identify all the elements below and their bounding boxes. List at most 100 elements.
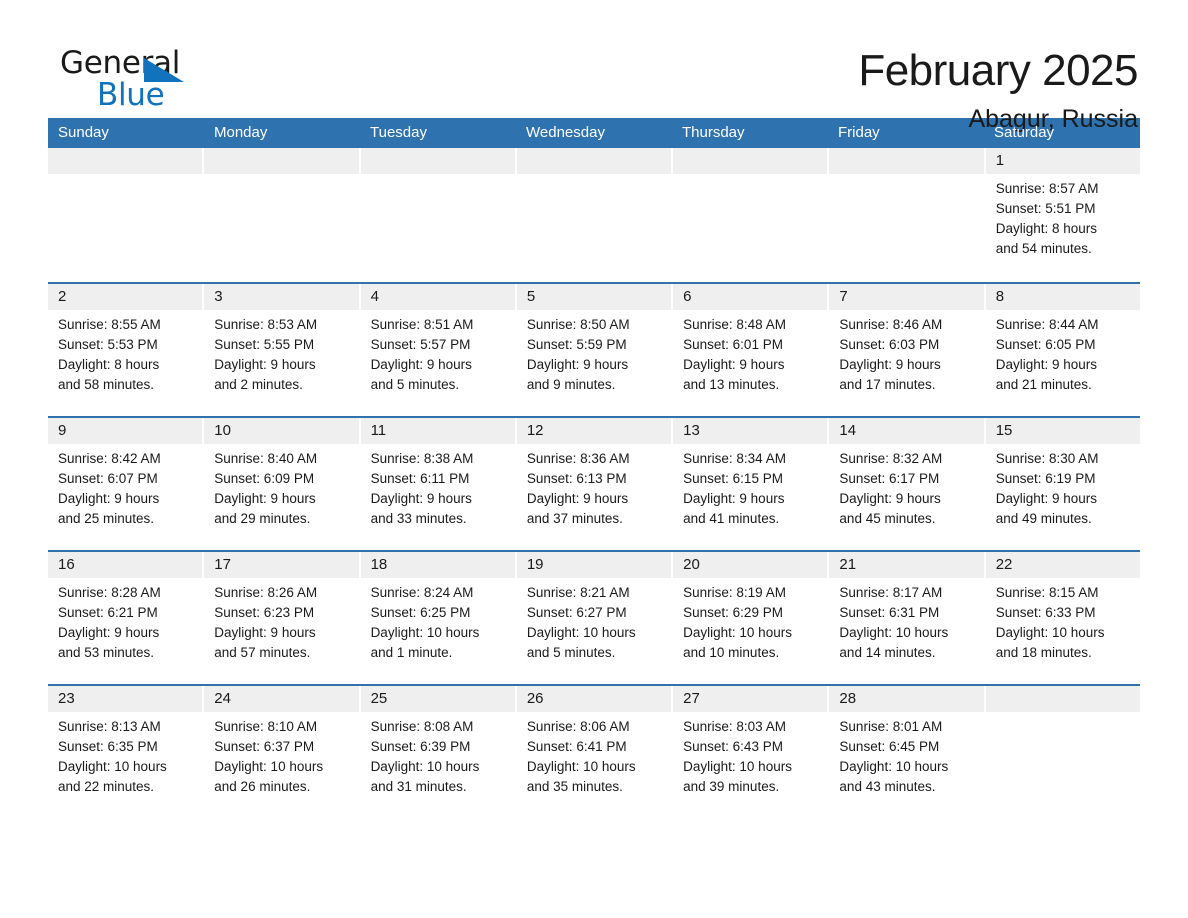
weekday-wednesday: Wednesday [526, 124, 605, 141]
sunrise-text: Sunrise: 8:53 AM [214, 317, 318, 332]
day-cell[interactable]: 5 Sunrise: 8:50 AM Sunset: 5:59 PM Dayli… [516, 284, 672, 416]
day-number: 5 [516, 284, 672, 310]
sunrise-text: Sunrise: 8:48 AM [683, 317, 786, 332]
weekday-thursday: Thursday [682, 124, 745, 141]
daylight-text-line2: and 35 minutes. [526, 779, 623, 794]
daylight-text-line1: Daylight: 10 hours [683, 625, 792, 640]
day-cell [360, 148, 515, 282]
daylight-text-line1: Daylight: 8 hours [995, 221, 1098, 236]
day-info [986, 712, 1140, 717]
daylight-text-line2: and 57 minutes. [214, 645, 311, 660]
day-number: 16 [48, 552, 203, 578]
day-cell[interactable]: 7 Sunrise: 8:46 AM Sunset: 6:03 PM Dayli… [829, 284, 984, 416]
day-info: Sunrise: 8:01 AM Sunset: 6:45 PM Dayligh… [829, 712, 983, 797]
day-number: 28 [829, 686, 984, 712]
day-cell[interactable]: 23 Sunrise: 8:13 AM Sunset: 6:35 PM Dayl… [48, 686, 203, 804]
triangle-icon [144, 58, 184, 82]
day-cell[interactable]: 10 Sunrise: 8:40 AM Sunset: 6:09 PM Dayl… [204, 418, 359, 550]
sunrise-text: Sunrise: 8:57 AM [995, 181, 1099, 196]
day-number: 18 [360, 552, 515, 578]
day-cell [204, 148, 359, 282]
sunrise-text: Sunrise: 8:38 AM [370, 451, 474, 466]
sunrise-text: Sunrise: 8:44 AM [995, 317, 1099, 332]
day-number: 25 [360, 686, 515, 712]
week-row: 16 Sunrise: 8:28 AM Sunset: 6:21 PM Dayl… [48, 550, 1140, 684]
sunset-text: Sunset: 6:09 PM [214, 471, 315, 486]
day-number [985, 686, 1140, 712]
day-info: Sunrise: 8:08 AM Sunset: 6:39 PM Dayligh… [361, 712, 515, 797]
sunset-text: Sunset: 6:37 PM [214, 739, 315, 754]
daylight-text-line1: Daylight: 10 hours [214, 759, 324, 774]
day-cell[interactable]: 19 Sunrise: 8:21 AM Sunset: 6:27 PM Dayl… [516, 552, 672, 684]
day-number: 22 [985, 552, 1140, 578]
day-cell[interactable]: 3 Sunrise: 8:53 AM Sunset: 5:55 PM Dayli… [204, 284, 359, 416]
day-cell[interactable]: 14 Sunrise: 8:32 AM Sunset: 6:17 PM Dayl… [829, 418, 984, 550]
daylight-text-line2: and 26 minutes. [214, 779, 311, 794]
daylight-text-line1: Daylight: 8 hours [58, 357, 160, 372]
day-number: 17 [204, 552, 359, 578]
daylight-text-line1: Daylight: 10 hours [839, 759, 949, 774]
day-info: Sunrise: 8:32 AM Sunset: 6:17 PM Dayligh… [829, 444, 983, 529]
day-cell[interactable]: 1 Sunrise: 8:57 AM Sunset: 5:51 PM Dayli… [985, 148, 1140, 282]
sunrise-text: Sunrise: 8:28 AM [58, 585, 161, 600]
day-cell[interactable]: 22 Sunrise: 8:15 AM Sunset: 6:33 PM Dayl… [985, 552, 1140, 684]
page-title: February 2025 [858, 46, 1138, 95]
day-cell[interactable]: 11 Sunrise: 8:38 AM Sunset: 6:11 PM Dayl… [360, 418, 515, 550]
sunrise-text: Sunrise: 8:21 AM [526, 585, 630, 600]
day-cell[interactable]: 8 Sunrise: 8:44 AM Sunset: 6:05 PM Dayli… [985, 284, 1140, 416]
daylight-text-line2: and 17 minutes. [839, 377, 936, 392]
sunrise-text: Sunrise: 8:13 AM [58, 719, 161, 734]
daylight-text-line1: Daylight: 10 hours [58, 759, 167, 774]
daylight-text-line2: and 5 minutes. [370, 377, 460, 392]
day-cell[interactable]: 15 Sunrise: 8:30 AM Sunset: 6:19 PM Dayl… [985, 418, 1140, 550]
day-cell[interactable]: 24 Sunrise: 8:10 AM Sunset: 6:37 PM Dayl… [204, 686, 359, 804]
sunrise-text: Sunrise: 8:03 AM [683, 719, 786, 734]
day-cell[interactable]: 9 Sunrise: 8:42 AM Sunset: 6:07 PM Dayli… [48, 418, 203, 550]
day-number: 13 [673, 418, 828, 444]
sunset-text: Sunset: 6:11 PM [370, 471, 470, 486]
day-number: 15 [985, 418, 1140, 444]
sunset-text: Sunset: 6:05 PM [995, 337, 1096, 352]
day-number: 3 [204, 284, 359, 310]
day-cell[interactable]: 4 Sunrise: 8:51 AM Sunset: 5:57 PM Dayli… [360, 284, 515, 416]
day-cell[interactable]: 16 Sunrise: 8:28 AM Sunset: 6:21 PM Dayl… [48, 552, 203, 684]
day-cell[interactable]: 17 Sunrise: 8:26 AM Sunset: 6:23 PM Dayl… [204, 552, 359, 684]
daylight-text-line2: and 1 minute. [370, 645, 453, 660]
daylight-text-line1: Daylight: 9 hours [839, 491, 941, 506]
sunset-text: Sunset: 6:01 PM [683, 337, 783, 352]
day-cell[interactable]: 20 Sunrise: 8:19 AM Sunset: 6:29 PM Dayl… [673, 552, 828, 684]
day-cell[interactable]: 6 Sunrise: 8:48 AM Sunset: 6:01 PM Dayli… [673, 284, 828, 416]
day-cell[interactable]: 25 Sunrise: 8:08 AM Sunset: 6:39 PM Dayl… [360, 686, 515, 804]
day-info [48, 174, 202, 179]
day-cell[interactable]: 28 Sunrise: 8:01 AM Sunset: 6:45 PM Dayl… [829, 686, 984, 804]
day-info: Sunrise: 8:46 AM Sunset: 6:03 PM Dayligh… [829, 310, 983, 395]
day-cell[interactable]: 2 Sunrise: 8:55 AM Sunset: 5:53 PM Dayli… [48, 284, 203, 416]
day-info: Sunrise: 8:30 AM Sunset: 6:19 PM Dayligh… [986, 444, 1140, 529]
day-info: Sunrise: 8:42 AM Sunset: 6:07 PM Dayligh… [48, 444, 202, 529]
sunset-text: Sunset: 6:17 PM [839, 471, 940, 486]
day-cell[interactable]: 21 Sunrise: 8:17 AM Sunset: 6:31 PM Dayl… [829, 552, 984, 684]
sunrise-text: Sunrise: 8:17 AM [839, 585, 943, 600]
sunset-text: Sunset: 6:31 PM [839, 605, 940, 620]
day-cell[interactable]: 18 Sunrise: 8:24 AM Sunset: 6:25 PM Dayl… [360, 552, 515, 684]
sunset-text: Sunset: 6:39 PM [370, 739, 471, 754]
day-info: Sunrise: 8:10 AM Sunset: 6:37 PM Dayligh… [204, 712, 358, 797]
daylight-text-line2: and 18 minutes. [995, 645, 1092, 660]
day-info: Sunrise: 8:34 AM Sunset: 6:15 PM Dayligh… [673, 444, 827, 529]
daylight-text-line1: Daylight: 9 hours [995, 357, 1098, 372]
day-cell[interactable]: 26 Sunrise: 8:06 AM Sunset: 6:41 PM Dayl… [516, 686, 672, 804]
day-info: Sunrise: 8:38 AM Sunset: 6:11 PM Dayligh… [361, 444, 515, 529]
day-info: Sunrise: 8:40 AM Sunset: 6:09 PM Dayligh… [204, 444, 358, 529]
day-info [673, 174, 827, 179]
day-cell[interactable]: 12 Sunrise: 8:36 AM Sunset: 6:13 PM Dayl… [516, 418, 672, 550]
week-row: 1 Sunrise: 8:57 AM Sunset: 5:51 PM Dayli… [48, 148, 1140, 282]
day-number: 9 [48, 418, 203, 444]
day-cell[interactable]: 27 Sunrise: 8:03 AM Sunset: 6:43 PM Dayl… [673, 686, 828, 804]
daylight-text-line1: Daylight: 10 hours [683, 759, 792, 774]
daylight-text-line2: and 22 minutes. [58, 779, 155, 794]
sunrise-text: Sunrise: 8:46 AM [839, 317, 943, 332]
day-cell[interactable]: 13 Sunrise: 8:34 AM Sunset: 6:15 PM Dayl… [673, 418, 828, 550]
day-info [361, 174, 515, 179]
day-info: Sunrise: 8:24 AM Sunset: 6:25 PM Dayligh… [361, 578, 515, 663]
sunset-text: Sunset: 6:27 PM [526, 605, 627, 620]
